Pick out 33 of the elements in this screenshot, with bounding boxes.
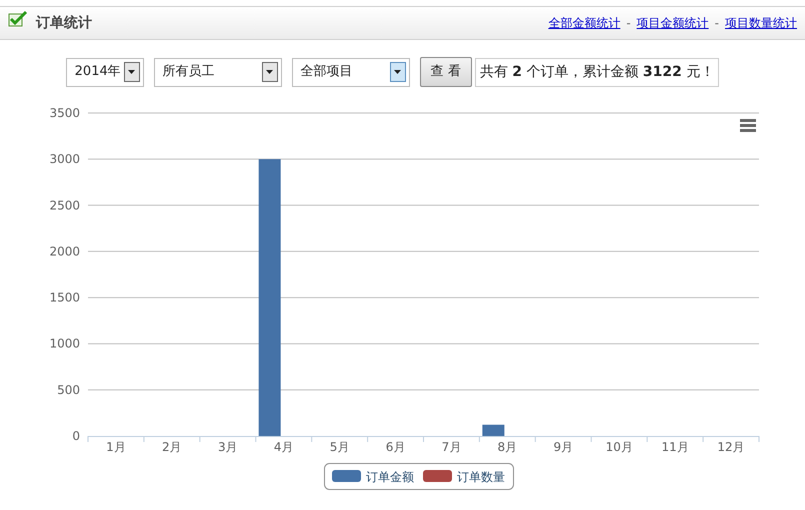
page-title: 订单统计 bbox=[36, 14, 92, 32]
axis-label: 1000 bbox=[49, 336, 80, 351]
stats-link[interactable]: 项目金额统计 bbox=[636, 14, 709, 32]
separator: - bbox=[626, 15, 631, 32]
dropdown[interactable]: 2014年 bbox=[66, 58, 144, 86]
axis-label: 3000 bbox=[49, 152, 80, 166]
legend-label[interactable]: 订单金额 bbox=[366, 470, 414, 484]
axis-label: 11月 bbox=[661, 440, 689, 454]
dropdown[interactable]: 所有员工 bbox=[154, 58, 282, 86]
axis-label: 10月 bbox=[606, 440, 633, 454]
dropdown[interactable]: 全部项目 bbox=[292, 58, 410, 86]
summary-text: 共有 2 个订单，累计金额 3122 元！ bbox=[474, 58, 720, 86]
axis-label: 1500 bbox=[49, 290, 80, 305]
axis-label: 0 bbox=[72, 429, 80, 443]
axis-label: 12月 bbox=[717, 440, 745, 454]
separator: - bbox=[714, 15, 719, 32]
legend-label[interactable]: 订单数量 bbox=[457, 470, 505, 484]
axis-label: 6月 bbox=[386, 440, 406, 454]
stats-link[interactable]: 全部金额统计 bbox=[548, 14, 620, 32]
axis-label: 7月 bbox=[442, 440, 462, 454]
axis-label: 2500 bbox=[49, 198, 80, 212]
stats-link[interactable]: 项目数量统计 bbox=[725, 14, 797, 32]
axis-label: 5月 bbox=[330, 440, 350, 454]
axis-label: 500 bbox=[57, 382, 80, 397]
axis-label: 2000 bbox=[49, 244, 80, 258]
axis-label: 8月 bbox=[498, 440, 518, 454]
axis-label: 1月 bbox=[106, 440, 126, 454]
axis-label: 3月 bbox=[218, 440, 238, 454]
axis-label: 9月 bbox=[553, 440, 574, 454]
axis-label: 2月 bbox=[162, 440, 182, 454]
axis-label: 4月 bbox=[274, 440, 294, 454]
axis-label: 3500 bbox=[49, 106, 80, 120]
view-button[interactable]: 查 看 bbox=[420, 57, 472, 87]
